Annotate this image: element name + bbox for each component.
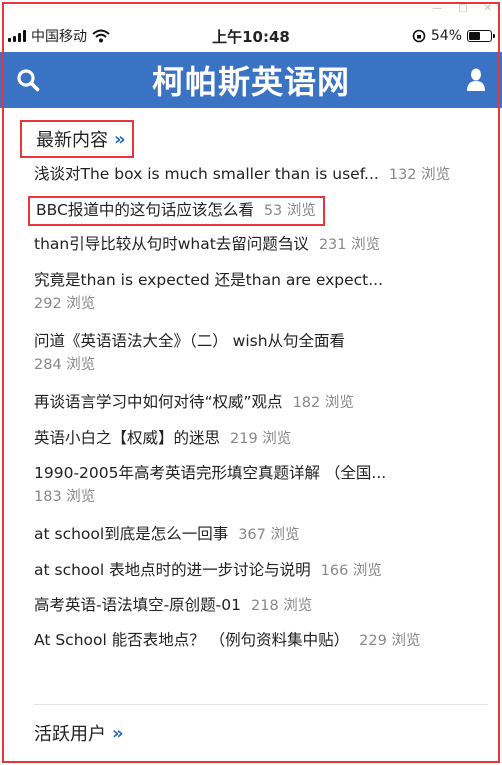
active-users-heading[interactable]: 活跃用户 »: [34, 720, 124, 746]
item-views: 53 浏览: [263, 203, 316, 219]
list-item[interactable]: 高考英语-语法填空-原创题-01 218 浏览: [34, 593, 474, 619]
list-item[interactable]: 浅谈对The box is much smaller than is usef.…: [34, 162, 474, 188]
list-item[interactable]: At School 能否表地点？ （例句资料集中贴） 229 浏览: [34, 628, 474, 654]
search-icon: [17, 69, 40, 92]
user-button[interactable]: [462, 66, 490, 94]
item-title[interactable]: At School 能否表地点？ （例句资料集中贴）: [34, 631, 349, 649]
site-header: 柯帕斯英语网: [0, 52, 502, 108]
list-item[interactable]: 再谈语言学习中如何对待“权威”观点 182 浏览: [34, 390, 474, 416]
item-views: 166 浏览: [320, 563, 382, 579]
status-right: 54%: [412, 28, 495, 44]
item-views: 284 浏览: [34, 357, 96, 373]
item-title[interactable]: 高考英语-语法填空-原创题-01: [34, 596, 241, 614]
status-left: 中国移动: [8, 26, 110, 46]
list-item[interactable]: 究竟是than is expected 还是than are expect...…: [34, 268, 474, 315]
chevron-right-icon: »: [112, 722, 124, 744]
item-title[interactable]: 英语小白之【权威】的迷思: [34, 429, 220, 447]
battery-fill: [469, 32, 481, 40]
window-controls: — □ ✕: [432, 3, 492, 14]
maximize-icon[interactable]: □: [458, 3, 467, 14]
carrier-label: 中国移动: [31, 29, 87, 45]
item-title[interactable]: BBC报道中的这句话应该怎么看: [36, 201, 254, 219]
search-button[interactable]: [14, 66, 42, 94]
item-title[interactable]: 究竟是than is expected 还是than are expect...: [34, 271, 383, 289]
item-title[interactable]: 1990-2005年高考英语完形填空真题详解 （全国...: [34, 464, 386, 482]
status-bar: 中国移动 上午10:48 54%: [0, 20, 502, 52]
latest-section-heading[interactable]: 最新内容 »: [20, 120, 134, 158]
item-views: 183 浏览: [34, 489, 96, 505]
item-views: 219 浏览: [230, 431, 292, 447]
item-views: 231 浏览: [318, 237, 381, 253]
minimize-icon[interactable]: —: [432, 3, 442, 14]
list-item[interactable]: 问道《英语语法大全》（二） wish从句全面看 284 浏览: [34, 329, 474, 376]
list-item-highlighted[interactable]: BBC报道中的这句话应该怎么看 53 浏览: [28, 196, 325, 226]
item-title[interactable]: at school到底是怎么一回事: [34, 525, 228, 543]
list-item[interactable]: 1990-2005年高考英语完形填空真题详解 （全国... 183 浏览: [34, 461, 474, 508]
rotation-lock-icon: [412, 29, 426, 43]
item-views: 292 浏览: [34, 296, 96, 312]
active-users-label: 活跃用户: [34, 724, 106, 745]
item-title[interactable]: than引导比较从句时what去留问题刍议: [34, 235, 309, 253]
list-item[interactable]: 英语小白之【权威】的迷思 219 浏览: [34, 426, 474, 452]
latest-heading-label: 最新内容: [36, 130, 108, 151]
item-title[interactable]: 再谈语言学习中如何对待“权威”观点: [34, 393, 283, 411]
list-item[interactable]: at school 表地点时的进一步讨论与说明 166 浏览: [34, 558, 474, 584]
item-views: 182 浏览: [292, 395, 354, 411]
chevron-right-icon: »: [114, 128, 126, 150]
battery-icon: [467, 30, 495, 42]
battery-percent: 54%: [430, 28, 462, 44]
item-title[interactable]: 问道《英语语法大全》（二） wish从句全面看: [34, 332, 345, 350]
site-title[interactable]: 柯帕斯英语网: [152, 57, 350, 103]
section-divider: [34, 704, 488, 705]
list-item[interactable]: than引导比较从句时what去留问题刍议 231 浏览: [34, 232, 474, 258]
item-title[interactable]: at school 表地点时的进一步讨论与说明: [34, 561, 311, 579]
user-icon: [467, 68, 485, 91]
wifi-icon: [92, 29, 110, 43]
list-item[interactable]: at school到底是怎么一回事 367 浏览: [34, 522, 474, 548]
signal-icon: [8, 30, 26, 42]
item-views: 367 浏览: [238, 527, 300, 543]
item-views: 218 浏览: [251, 598, 313, 614]
item-views: 132 浏览: [388, 167, 451, 183]
close-icon[interactable]: ✕: [484, 3, 492, 14]
item-views: 229 浏览: [359, 633, 421, 649]
item-title[interactable]: 浅谈对The box is much smaller than is usef.…: [34, 165, 379, 183]
